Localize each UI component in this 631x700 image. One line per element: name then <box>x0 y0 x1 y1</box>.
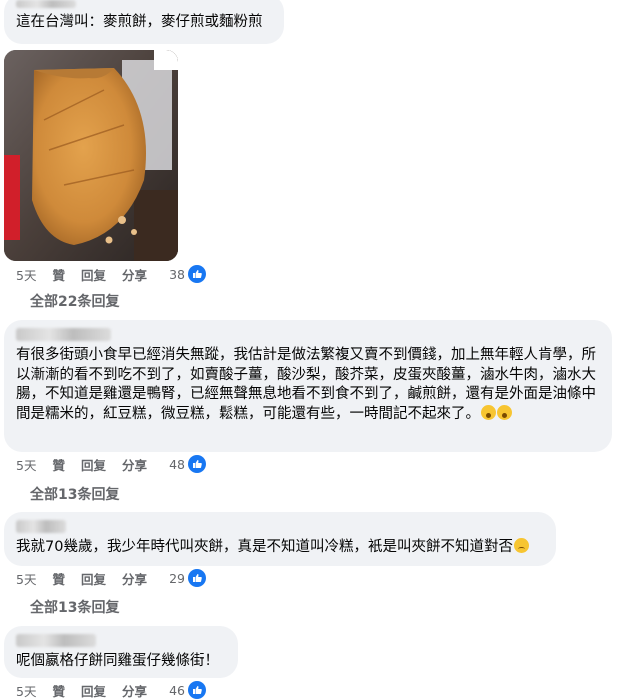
comment-text: 呢個嬴格仔餅同雞蛋仔幾條街！ <box>16 653 219 669</box>
view-replies-link[interactable]: 全部13条回复 <box>16 597 119 617</box>
reaction-count-value: 46 <box>169 682 185 698</box>
comment-bubble: 我就70幾歲，我少年時代叫夾餅，真是不知道叫冷糕，衹是叫夾餅不知道對否 <box>4 512 556 566</box>
comment-text: 這在台灣叫：麥煎餅，麥仔煎或麵粉煎 <box>16 14 263 30</box>
reaction-count-value: 48 <box>169 456 185 472</box>
view-replies-link[interactable]: 全部13条回复 <box>16 484 119 504</box>
like-button[interactable]: 贊 <box>52 265 65 284</box>
thumbs-up-icon <box>188 265 206 283</box>
thumbs-up-icon <box>188 455 206 473</box>
share-button[interactable]: 分享 <box>122 455 147 474</box>
comment-photo[interactable] <box>4 50 178 261</box>
reply-button[interactable]: 回复 <box>81 455 106 474</box>
comment-actions: 5天 贊 回复 分享 48 <box>16 454 206 474</box>
sad-emoji-icon <box>513 538 529 553</box>
comment-text-body: 我就70幾歲，我少年時代叫夾餅，真是不知道叫冷糕，衹是叫夾餅不知道對否 <box>16 539 513 555</box>
reaction-count[interactable]: 46 <box>169 681 206 699</box>
reply-button[interactable]: 回复 <box>81 681 106 700</box>
comment-actions: 5天 贊 回复 分享 29 <box>16 568 206 588</box>
thumbs-up-icon <box>188 681 206 699</box>
reply-button[interactable]: 回复 <box>81 569 106 588</box>
comment-text: 我就70幾歲，我少年時代叫夾餅，真是不知道叫冷糕，衹是叫夾餅不知道對否 <box>16 538 544 558</box>
comment-author-name[interactable] <box>16 520 66 533</box>
comment-time[interactable]: 5天 <box>16 569 36 588</box>
comment-author-name[interactable] <box>16 634 96 647</box>
astonished-emoji-icon <box>481 404 496 420</box>
reaction-count-value: 38 <box>169 266 185 282</box>
share-button[interactable]: 分享 <box>122 681 147 700</box>
reaction-count[interactable]: 48 <box>169 455 206 473</box>
reaction-count[interactable]: 38 <box>169 265 206 283</box>
like-button[interactable]: 贊 <box>52 681 65 700</box>
like-button[interactable]: 贊 <box>52 569 65 588</box>
thumbs-up-icon <box>188 569 206 587</box>
astonished-emoji-icon <box>497 404 512 420</box>
share-button[interactable]: 分享 <box>122 569 147 588</box>
view-replies-link[interactable]: 全部22条回复 <box>16 291 119 311</box>
comment-bubble: 這在台灣叫：麥煎餅，麥仔煎或麵粉煎 <box>4 0 284 44</box>
replies-count-label: 全部13条回复 <box>30 487 120 503</box>
reaction-count[interactable]: 29 <box>169 569 206 587</box>
reply-button[interactable]: 回复 <box>81 265 106 284</box>
comment-bubble: 有很多街頭小食早已經消失無蹤，我估計是做法繁複又賣不到價錢，加上無年輕人肯學，所… <box>4 320 612 452</box>
comment-time[interactable]: 5天 <box>16 455 36 474</box>
comment-bubble: 呢個嬴格仔餅同雞蛋仔幾條街！ <box>4 626 238 678</box>
share-button[interactable]: 分享 <box>122 265 147 284</box>
comment-actions: 5天 贊 回复 分享 46 <box>16 680 206 700</box>
comment-author-name[interactable] <box>16 328 111 341</box>
comment-time[interactable]: 5天 <box>16 681 36 700</box>
comment-time[interactable]: 5天 <box>16 265 36 284</box>
like-button[interactable]: 贊 <box>52 455 65 474</box>
comment-actions: 5天 贊 回复 分享 38 <box>16 264 206 284</box>
comment-text: 有很多街頭小食早已經消失無蹤，我估計是做法繁複又賣不到價錢，加上無年輕人肯學，所… <box>16 346 600 424</box>
comment-author-name[interactable] <box>16 0 76 8</box>
replies-count-label: 全部13条回复 <box>30 600 120 616</box>
replies-count-label: 全部22条回复 <box>30 294 120 310</box>
reaction-count-value: 29 <box>169 570 185 586</box>
photo-image <box>4 50 178 261</box>
